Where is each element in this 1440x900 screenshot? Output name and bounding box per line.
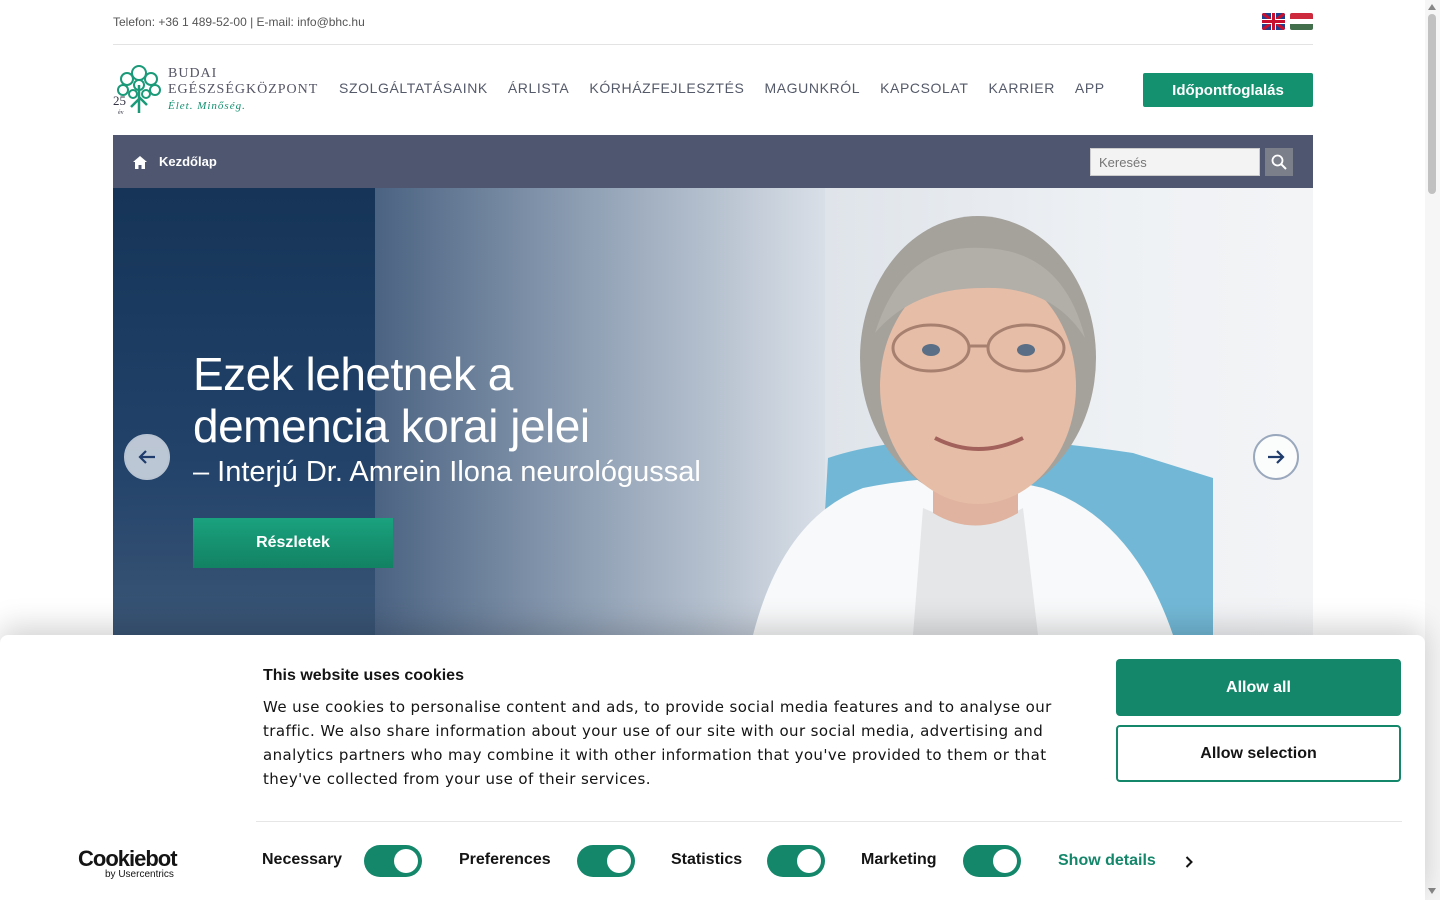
- allow-selection-button[interactable]: Allow selection: [1116, 725, 1401, 782]
- contact-info: Telefon: +36 1 489-52-00 | E-mail: info@…: [113, 15, 365, 29]
- tree-logo-icon: 25 év: [113, 65, 161, 115]
- scroll-thumb[interactable]: [1428, 14, 1436, 194]
- toggle-marketing[interactable]: [963, 845, 1021, 877]
- page-scrollbar[interactable]: [1425, 0, 1440, 900]
- breadcrumb-home[interactable]: Kezdőlap: [159, 154, 217, 169]
- divider: [256, 821, 1402, 822]
- logo-badge-sub: év: [118, 110, 124, 115]
- nav-item-magunkrol[interactable]: MAGUNKRÓL: [764, 80, 860, 96]
- cookie-title: This website uses cookies: [263, 667, 464, 684]
- details-button[interactable]: Részletek: [193, 518, 393, 568]
- site-header: 25 év BUDAI EGÉSZSÉGKÖZPONT Élet. Minősé…: [113, 45, 1313, 135]
- hero-title: Ezek lehetnek a demencia korai jelei: [193, 348, 590, 452]
- slider-next-button[interactable]: [1253, 434, 1299, 480]
- chevron-right-icon[interactable]: [1185, 856, 1193, 868]
- english-flag-icon[interactable]: [1262, 13, 1285, 30]
- toggle-preferences[interactable]: [577, 845, 635, 877]
- cookie-text: We use cookies to personalise content an…: [263, 698, 1052, 788]
- cookiebot-logo[interactable]: Cookiebot by Usercentrics: [78, 846, 182, 880]
- logo[interactable]: 25 év BUDAI EGÉSZSÉGKÖZPONT Élet. Minősé…: [113, 63, 318, 117]
- toggle-label-preferences: Preferences: [459, 851, 551, 868]
- slider-prev-button[interactable]: [124, 434, 170, 480]
- search-button[interactable]: [1265, 148, 1293, 176]
- hero-subtitle: – Interjú Dr. Amrein Ilona neurológussal: [193, 456, 701, 488]
- doctor-portrait-image: [753, 216, 1213, 635]
- toggle-label-necessary: Necessary: [262, 851, 343, 868]
- nav-item-szolgaltatasaink[interactable]: SZOLGÁLTATÁSAINK: [339, 80, 488, 96]
- cookie-banner: This website uses cookies We use cookies…: [0, 635, 1425, 900]
- hero-slider: Ezek lehetnek a demencia korai jelei – I…: [113, 188, 1313, 635]
- home-icon[interactable]: [133, 156, 147, 169]
- logo-name-line1: BUDAI: [168, 66, 218, 81]
- logo-motto: Élet. Minőség.: [168, 100, 246, 112]
- arrow-right-icon: [1268, 450, 1285, 464]
- hungarian-flag-icon[interactable]: [1290, 13, 1313, 30]
- show-details-link[interactable]: Show details: [1058, 852, 1156, 870]
- main-nav: SZOLGÁLTATÁSAINK ÁRLISTA KÓRHÁZFEJLESZTÉ…: [339, 80, 1125, 96]
- book-appointment-button[interactable]: Időpontfoglalás: [1143, 73, 1313, 107]
- logo-badge: 25: [113, 93, 126, 108]
- nav-item-karrier[interactable]: KARRIER: [988, 80, 1054, 96]
- allow-all-button[interactable]: Allow all: [1116, 659, 1401, 716]
- nav-item-korhazfejlesztes[interactable]: KÓRHÁZFEJLESZTÉS: [589, 80, 744, 96]
- nav-item-kapcsolat[interactable]: KAPCSOLAT: [880, 80, 968, 96]
- scroll-down-icon[interactable]: [1428, 888, 1436, 894]
- hero-title-line2: demencia korai jelei: [193, 400, 590, 452]
- search-input[interactable]: [1090, 148, 1260, 176]
- toggle-necessary[interactable]: [364, 845, 422, 877]
- cookiebot-brand-sub: by Usercentrics: [105, 869, 174, 880]
- top-bar: Telefon: +36 1 489-52-00 | E-mail: info@…: [113, 0, 1313, 45]
- toggle-label-marketing: Marketing: [861, 851, 937, 868]
- arrow-left-icon: [138, 450, 155, 464]
- search-icon: [1271, 154, 1287, 170]
- logo-name-line2: EGÉSZSÉGKÖZPONT: [168, 82, 319, 97]
- nav-item-arlista[interactable]: ÁRLISTA: [508, 80, 570, 96]
- toggle-label-statistics: Statistics: [671, 851, 743, 868]
- nav-item-app[interactable]: APP: [1075, 80, 1105, 96]
- hero-title-line1: Ezek lehetnek a: [193, 348, 513, 400]
- scroll-up-icon[interactable]: [1428, 4, 1436, 10]
- breadcrumb-bar: Kezdőlap: [113, 135, 1313, 188]
- toggle-statistics[interactable]: [767, 845, 825, 877]
